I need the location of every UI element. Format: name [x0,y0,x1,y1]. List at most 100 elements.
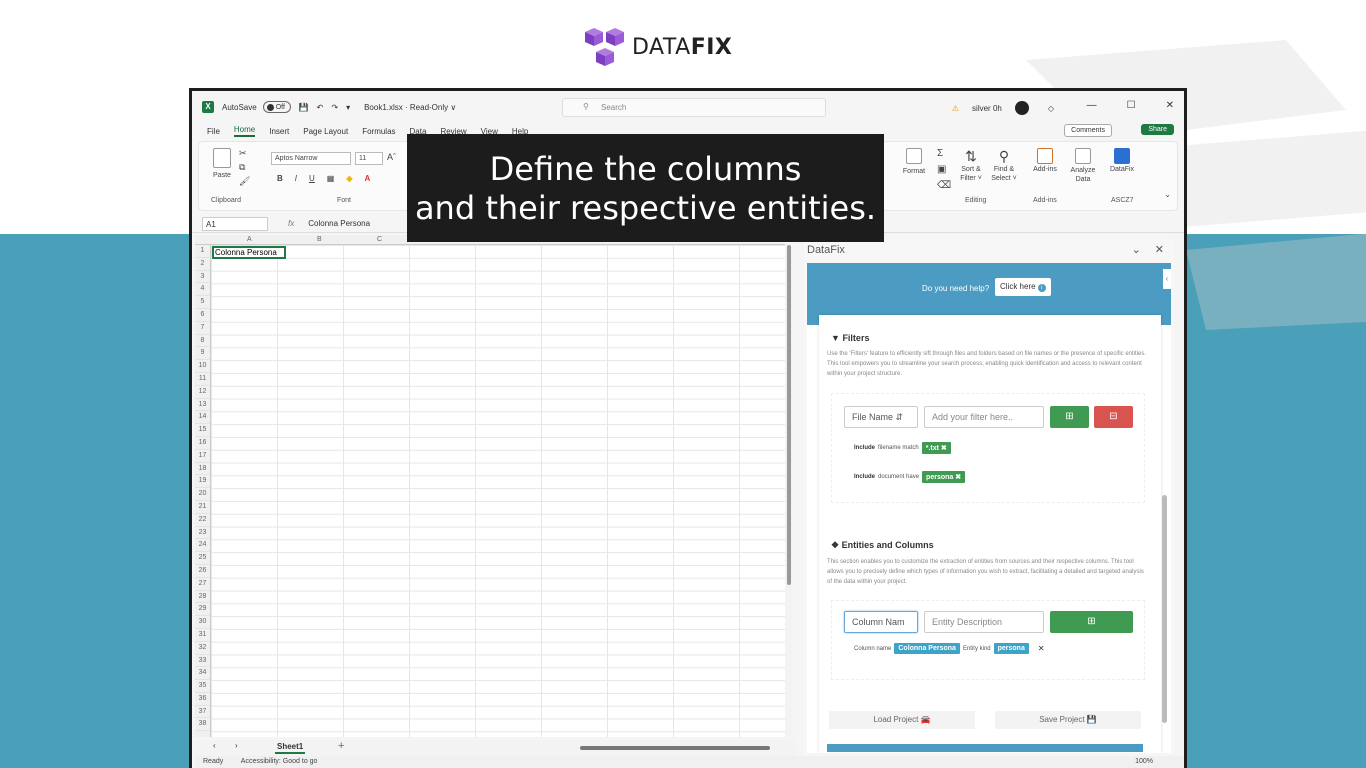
customize-icon[interactable]: ▾ [346,103,350,112]
filter-type-select[interactable]: File Name ⇵ [844,406,918,428]
autosum-icon[interactable]: Σ [937,148,943,159]
close-icon[interactable]: ✕ [1166,100,1174,111]
row-header[interactable]: 22 [195,514,210,527]
row-header[interactable]: 26 [195,565,210,578]
row-header[interactable]: 5 [195,296,210,309]
font-color-icon[interactable]: A [365,174,371,183]
menu-home[interactable]: Home [233,125,256,137]
file-title[interactable]: Book1.xlsx · Read-Only ∨ [364,103,456,112]
load-project-button[interactable]: Load Project 🚘 [829,711,975,729]
row-header[interactable]: 38 [195,718,210,732]
row-header[interactable]: 23 [195,527,210,540]
row-header[interactable]: 21 [195,501,210,514]
row-header[interactable]: 12 [195,386,210,399]
fill-icon[interactable]: ▣ [937,164,946,175]
find-select-button[interactable]: ⚲ Find & Select ˅ [989,148,1019,183]
row-header[interactable]: 10 [195,360,210,373]
copy-icon[interactable]: ⧉ [239,162,245,173]
grow-font-icon[interactable]: Aˆ [387,152,396,162]
chevron-down-icon[interactable]: ⌄ [1132,243,1141,256]
search-input[interactable]: ⚲ Search [562,98,826,117]
font-size-select[interactable]: 11 [355,152,383,165]
prev-sheet-icon[interactable]: ‹ [213,741,216,750]
fx-icon[interactable]: fx [288,219,294,228]
font-name-select[interactable]: Aptos Narrow [271,152,351,165]
bold-icon[interactable]: B [277,174,283,183]
row-header[interactable]: 30 [195,616,210,629]
diamond-icon[interactable]: ◇ [1048,104,1054,113]
help-button[interactable]: Click here i [995,278,1051,296]
row-header[interactable]: 13 [195,399,210,412]
menu-page-layout[interactable]: Page Layout [303,127,348,136]
remove-filter-button[interactable]: ⊟ [1094,406,1133,428]
fill-color-icon[interactable]: ◈ [346,174,352,183]
filter-input[interactable]: Add your filter here.. [924,406,1044,428]
save-icon[interactable]: 💾 [299,103,309,112]
row-header[interactable]: 4 [195,283,210,297]
worksheet-grid[interactable]: A B C 1 2 3 4 5 6 7 8 9 10 11 12 13 14 15 16 17 18 19 20 21 2… [195,235,785,737]
row-header[interactable]: 31 [195,629,210,642]
row-header[interactable]: 6 [195,309,210,322]
italic-icon[interactable]: I [295,174,297,183]
share-button[interactable]: Share [1141,124,1174,135]
row-header[interactable]: 28 [195,591,210,604]
row-header[interactable]: 1 [195,245,210,258]
format-button[interactable]: Format [899,148,929,175]
sort-filter-button[interactable]: ⇅ Sort & Filter ˅ [957,148,985,183]
menu-formulas[interactable]: Formulas [362,127,395,136]
row-header[interactable]: 14 [195,411,210,425]
save-project-button[interactable]: Save Project 💾 [995,711,1141,729]
row-header[interactable]: 7 [195,322,210,335]
row-header[interactable]: 36 [195,693,210,706]
row-header[interactable]: 8 [195,335,210,348]
cell-grid[interactable] [211,245,785,737]
collapse-ribbon-icon[interactable]: ⌄ [1164,190,1171,199]
row-header[interactable]: 37 [195,706,210,719]
column-header-c[interactable]: C [377,236,382,243]
format-painter-icon[interactable]: 🖌 [239,176,250,187]
cut-icon[interactable]: ✂ [239,148,247,159]
primary-action-bar[interactable] [827,744,1143,752]
menu-file[interactable]: File [207,127,220,136]
row-header[interactable]: 19 [195,475,210,489]
filter-chip-txt[interactable]: *.txt ✖ [921,442,951,454]
column-header-a[interactable]: A [247,236,252,243]
cell-a1[interactable]: Colonna Persona [212,246,286,259]
close-pane-icon[interactable]: ✕ [1155,243,1164,256]
formula-input[interactable]: Colonna Persona [308,219,370,228]
comments-button[interactable]: Comments [1064,124,1112,137]
sheet-tab-sheet1[interactable]: Sheet1 [275,741,306,754]
row-header[interactable]: 25 [195,552,210,565]
row-header[interactable]: 9 [195,347,210,361]
clear-icon[interactable]: ⌫ [937,180,951,191]
row-header[interactable]: 18 [195,463,210,476]
horizontal-scrollbar[interactable] [580,746,770,750]
next-sheet-icon[interactable]: › [235,741,238,750]
name-box[interactable]: A1 [202,216,268,231]
row-header[interactable]: 27 [195,578,210,591]
datafix-ribbon-button[interactable]: DataFix [1107,148,1137,173]
avatar[interactable] [1014,101,1029,115]
addins-button[interactable]: Add-ins [1029,148,1061,173]
status-accessibility[interactable]: Accessibility: Good to go [241,758,318,765]
autosave-toggle[interactable]: Off [262,101,291,113]
row-header[interactable]: 24 [195,539,210,553]
paste-button[interactable]: Paste [207,148,237,179]
vertical-scrollbar[interactable] [785,235,793,735]
redo-icon[interactable]: ↷ [331,103,338,112]
add-column-button[interactable]: ⊞ [1050,611,1133,633]
row-header[interactable]: 16 [195,437,210,450]
undo-icon[interactable]: ↶ [317,103,324,112]
collapse-side-icon[interactable]: ‹ [1163,269,1171,289]
filter-chip-persona[interactable]: persona ✖ [922,471,966,483]
row-header[interactable]: 17 [195,450,210,463]
pane-scrollbar[interactable] [1162,315,1167,725]
row-header[interactable]: 20 [195,488,210,501]
row-header[interactable]: 15 [195,424,210,437]
zoom-level[interactable]: 100% [1135,756,1153,768]
row-header[interactable]: 29 [195,603,210,617]
row-header[interactable]: 32 [195,642,210,655]
analyze-data-button[interactable]: Analyze Data [1067,148,1099,184]
row-header[interactable]: 2 [195,258,210,271]
minimize-icon[interactable]: — [1087,100,1097,111]
